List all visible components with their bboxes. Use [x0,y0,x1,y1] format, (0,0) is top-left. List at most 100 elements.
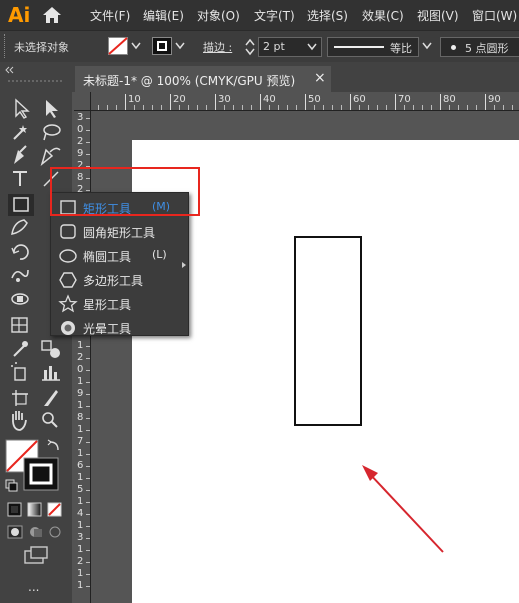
ruler-label: 2 [77,556,84,567]
ruler-minor-tick [86,514,90,515]
ruler-label: 5 [77,484,84,495]
ruler-label: 7 [77,436,84,447]
close-icon[interactable]: × [314,70,326,86]
panel-grip[interactable] [4,34,8,58]
menu-type[interactable]: 文字(T) [254,7,295,24]
ruler-minor-tick [86,370,90,371]
default-fill-stroke-icon[interactable] [5,479,18,492]
ruler-label: 70 [398,94,411,105]
selection-status: 未选择对象 [14,41,69,54]
fill-none-swatch[interactable] [108,37,128,55]
draw-normal-icon[interactable] [7,525,23,539]
artboard-tool-icon[interactable] [12,390,28,406]
draw-inside-icon[interactable] [49,526,61,538]
menu-select[interactable]: 选择(S) [307,7,348,24]
blend-tool-icon[interactable] [41,340,60,358]
menu-view[interactable]: 视图(V) [417,7,459,24]
ruler-label: 2 [77,352,84,363]
ruler-minor-tick [341,105,342,110]
ruler-minor-tick [494,105,495,110]
ruler-minor-tick [86,562,90,563]
ruler-label: 80 [443,94,456,105]
ruler-minor-tick [143,105,144,110]
star-icon [58,294,78,313]
variable-width-profile[interactable]: 等比 [327,37,419,57]
ruler-minor-tick [233,105,234,110]
selection-tool-icon[interactable] [15,98,30,119]
ruler-minor-tick [86,130,90,131]
free-transform-tool-icon[interactable] [11,293,29,305]
flyout-item-flare[interactable]: 光晕工具 [51,316,181,340]
paintbrush-tool-icon[interactable] [11,219,28,235]
magic-wand-tool-icon[interactable] [13,125,27,140]
draw-behind-icon[interactable] [30,527,42,537]
mesh-tool-icon[interactable] [11,317,28,333]
ruler-label: 2 [77,136,84,147]
slice-tool-icon[interactable] [44,390,58,406]
lasso-tool-icon[interactable] [43,124,61,141]
gradient-mode-icon[interactable] [27,502,42,517]
edit-toolbar-button[interactable]: ... [28,580,39,594]
none-mode-icon[interactable] [47,502,62,517]
chevron-down-icon[interactable] [175,42,185,50]
symbol-sprayer-tool-icon[interactable] [11,362,26,381]
ruler-minor-tick [287,105,288,110]
ruler-minor-tick [386,105,387,110]
ruler-minor-tick [86,586,90,587]
flyout-item-polygon[interactable]: 多边形工具 [51,268,181,292]
ruler-tick [125,94,126,110]
screen-mode-icon[interactable] [24,546,48,564]
direct-selection-tool-icon[interactable] [46,100,58,118]
stroke-swatch[interactable] [152,37,172,55]
horizontal-ruler[interactable]: 0102030405060708090 [74,92,519,111]
type-tool-icon[interactable] [13,171,27,186]
pen-tool-icon[interactable] [14,145,27,164]
menu-object[interactable]: 对象(O) [197,7,240,24]
ruler-minor-tick [86,346,90,347]
drawn-rectangle[interactable] [294,236,362,426]
flyout-item-label: 星形工具 [83,298,132,312]
ruler-minor-tick [188,105,189,110]
ruler-minor-tick [368,105,369,110]
document-tab[interactable]: 未标题-1* @ 100% (CMYK/GPU 预览) × [75,66,331,92]
ruler-minor-tick [86,394,90,395]
chevron-down-icon[interactable] [131,42,141,50]
flyout-tearoff-icon[interactable] [181,261,187,269]
highlight-annotation-box [50,167,200,216]
flyout-item-rounded-rectangle[interactable]: 圆角矩形工具 [51,220,181,244]
ruler-minor-tick [86,574,90,575]
ruler-label: 9 [77,388,84,399]
stroke-label[interactable]: 描边 : [203,39,232,55]
rotate-tool-icon[interactable] [11,244,29,260]
swap-fill-stroke-icon[interactable] [47,439,59,451]
collapse-panel-icon[interactable] [5,66,14,74]
ruler-label: 1 [77,520,84,531]
chevron-down-icon[interactable] [422,42,432,50]
brush-dot-icon [451,45,456,50]
color-mode-icon[interactable] [7,502,22,517]
flyout-item-ellipse[interactable]: 椭圆工具 (L) [51,244,181,268]
hand-tool-icon[interactable] [12,411,27,431]
chevron-down-icon[interactable] [307,43,317,51]
ruler-label: 1 [77,568,84,579]
control-bar: 未选择对象 描边 : 2 pt 等比 5 点圆形 [0,30,519,63]
stroke-weight-field[interactable]: 2 pt [258,37,322,57]
home-icon[interactable] [42,6,62,24]
stroke-swatch-large[interactable] [23,457,59,491]
polygon-icon [59,272,77,288]
brush-definition[interactable]: 5 点圆形 [440,37,519,57]
ruler-origin[interactable] [74,92,91,111]
curvature-tool-icon[interactable] [40,147,61,167]
ruler-minor-tick [359,105,360,110]
stepper-icon[interactable] [244,37,256,57]
menu-window[interactable]: 窗口(W) [472,7,517,24]
flyout-item-star[interactable]: 星形工具 [51,292,181,316]
zoom-tool-icon[interactable] [42,412,58,428]
menu-file[interactable]: 文件(F) [90,7,130,24]
ruler-minor-tick [449,105,450,110]
eyedropper-tool-icon[interactable] [13,341,28,357]
warp-tool-icon[interactable] [11,269,29,282]
menu-edit[interactable]: 编辑(E) [143,7,184,24]
menu-effect[interactable]: 效果(C) [362,7,404,24]
column-graph-tool-icon[interactable] [42,366,60,381]
